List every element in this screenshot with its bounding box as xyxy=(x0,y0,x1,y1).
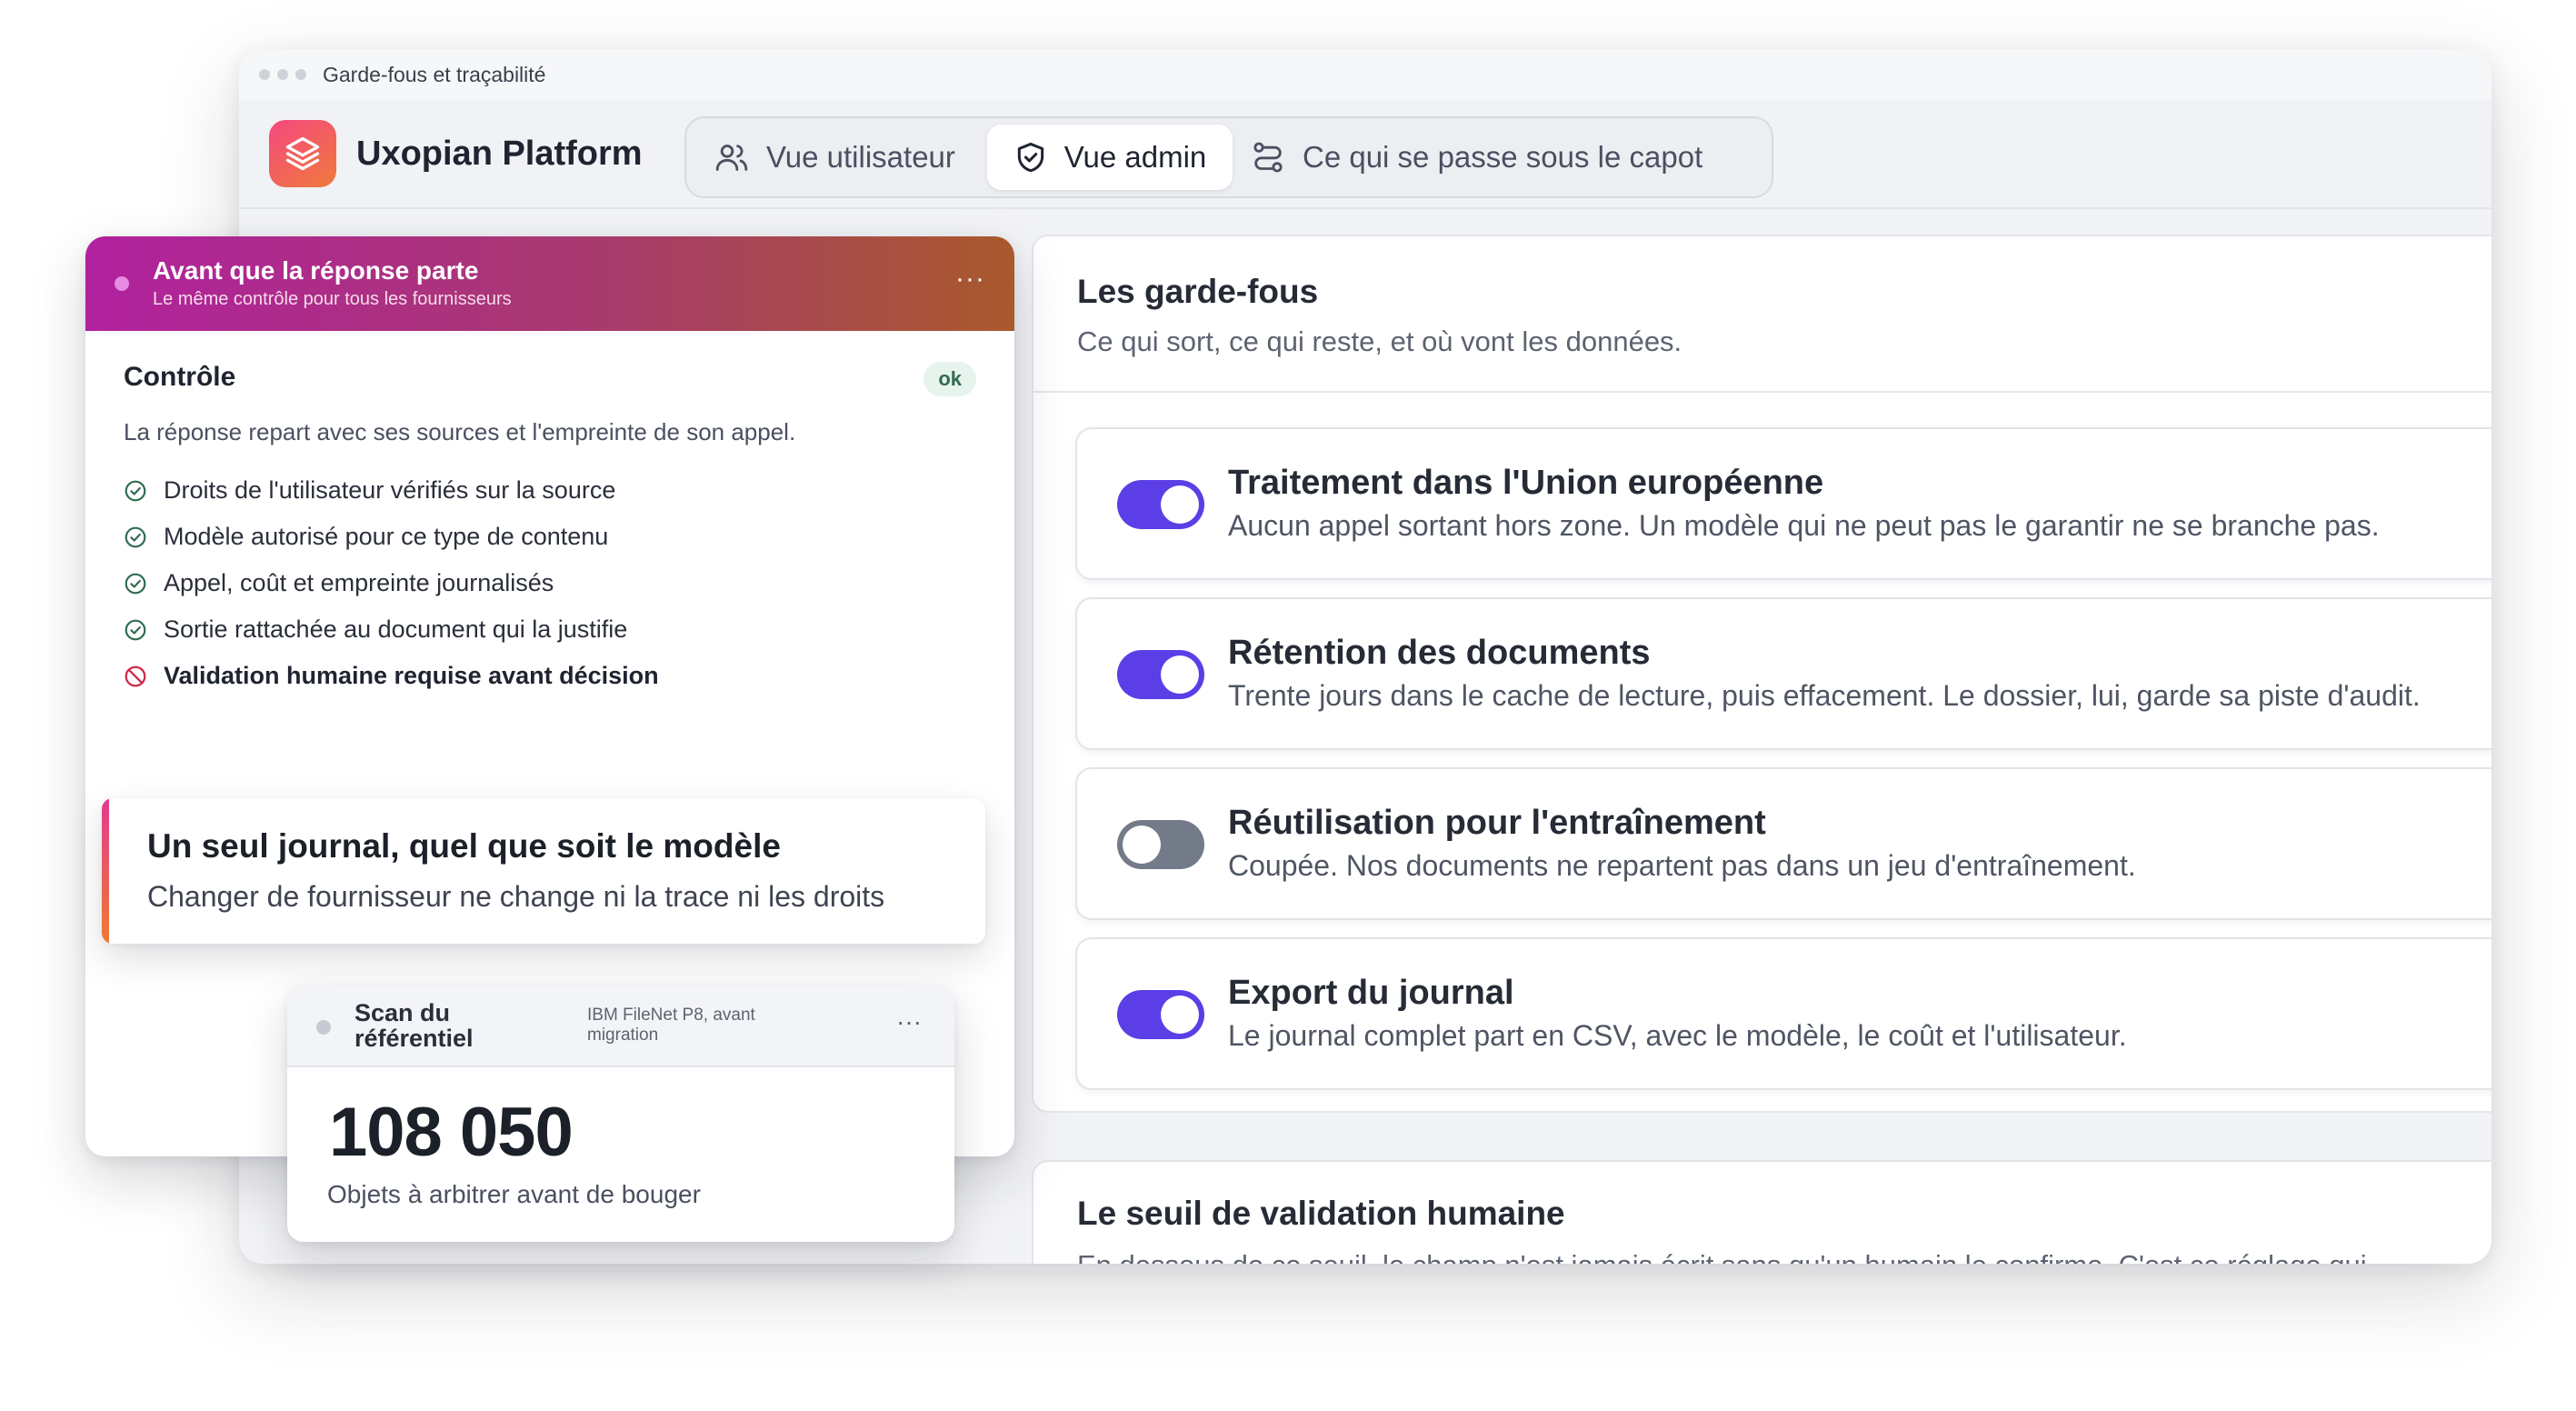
view-tabs: Vue utilisateur Vue admin Ce qui se pass… xyxy=(684,116,1773,198)
toggle-knob xyxy=(1161,655,1199,694)
list-item: Modèle autorisé pour ce type de contenu xyxy=(124,514,659,560)
tab-under-the-hood[interactable]: Ce qui se passe sous le capot xyxy=(1250,125,1759,190)
toggle-switch[interactable] xyxy=(1117,650,1204,699)
guardrail-title: Réutilisation pour l'entraînement xyxy=(1228,804,1766,842)
more-options-icon[interactable]: ··· xyxy=(955,264,985,295)
list-item: Droits de l'utilisateur vérifiés sur la … xyxy=(124,467,659,514)
scan-card: Scan du référentiel IBM FileNet P8, avan… xyxy=(287,986,954,1242)
check-label: Appel, coût et empreinte journalisés xyxy=(164,569,554,596)
check-list: Droits de l'utilisateur vérifiés sur la … xyxy=(124,467,659,699)
callout-title: Un seul journal, quel que soit le modèle xyxy=(147,827,781,865)
status-dot xyxy=(115,276,129,291)
tab-label: Vue admin xyxy=(1063,140,1207,174)
threshold-text: En dessous de ce seuil, le champ n'est j… xyxy=(1077,1249,2367,1264)
list-item: Validation humaine requise avant décisio… xyxy=(124,653,659,699)
panel-title: Les garde-fous xyxy=(1077,273,1319,310)
tab-label: Ce qui se passe sous le capot xyxy=(1303,140,1703,174)
guardrail-title: Traitement dans l'Union européenne xyxy=(1228,464,1824,502)
logo xyxy=(269,120,336,187)
toggle-switch[interactable] xyxy=(1117,820,1204,869)
status-dot xyxy=(316,1020,331,1035)
guardrail-row-training-reuse: Réutilisation pour l'entraînement Coupée… xyxy=(1075,767,2491,920)
threshold-panel: Le seuil de validation humaine En dessou… xyxy=(1032,1160,2491,1264)
scan-card-header: Scan du référentiel IBM FileNet P8, avan… xyxy=(287,986,954,1067)
window-control-dot[interactable] xyxy=(295,69,306,80)
tab-admin-view[interactable]: Vue admin xyxy=(987,125,1233,190)
control-card-header: Avant que la réponse parte Le même contr… xyxy=(85,236,1014,331)
guardrail-description: Aucun appel sortant hors zone. Un modèle… xyxy=(1228,509,2380,542)
tab-user-view[interactable]: Vue utilisateur xyxy=(714,125,977,190)
panel-header: Les garde-fous Ce qui sort, ce qui reste… xyxy=(1033,236,2491,393)
panel-subtitle: Ce qui sort, ce qui reste, et où vont le… xyxy=(1077,325,1682,357)
more-options-icon[interactable]: ··· xyxy=(896,1007,922,1036)
window-title: Garde-fous et traçabilité xyxy=(323,62,546,86)
guardrail-description: Le journal complet part en CSV, avec le … xyxy=(1228,1019,2127,1052)
guardrail-title: Export du journal xyxy=(1228,974,1514,1012)
control-card-subtitle: Le même contrôle pour tous les fournisse… xyxy=(153,289,512,309)
guardrail-description: Trente jours dans le cache de lecture, p… xyxy=(1228,679,2421,712)
users-icon xyxy=(715,145,748,171)
journal-callout: Un seul journal, quel que soit le modèle… xyxy=(102,798,985,944)
guardrail-title: Rétention des documents xyxy=(1228,634,1651,672)
control-card-title: Avant que la réponse parte xyxy=(153,256,479,285)
route-icon xyxy=(1253,142,1283,173)
object-count: 108 050 xyxy=(329,1094,574,1171)
check-label: Sortie rattachée au document qui la just… xyxy=(164,615,628,643)
check-circle-icon xyxy=(125,573,146,594)
guardrail-description: Coupée. Nos documents ne repartent pas d… xyxy=(1228,849,2136,882)
callout-text: Changer de fournisseur ne change ni la t… xyxy=(147,880,885,913)
guardrail-row-journal-export: Export du journal Le journal complet par… xyxy=(1075,937,2491,1090)
check-label: Modèle autorisé pour ce type de contenu xyxy=(164,523,609,550)
scan-card-title: Scan du référentiel xyxy=(354,999,474,1052)
shield-check-icon xyxy=(1017,142,1043,173)
toggle-switch[interactable] xyxy=(1117,990,1204,1039)
control-description: La réponse repart avec ses sources et l'… xyxy=(124,418,796,445)
toggle-knob xyxy=(1161,996,1199,1034)
guardrail-row-retention: Rétention des documents Trente jours dan… xyxy=(1075,597,2491,750)
scan-card-source: IBM FileNet P8, avant migration xyxy=(587,1006,755,1045)
brand-name: Uxopian Platform xyxy=(356,135,643,173)
toggle-knob xyxy=(1161,485,1199,524)
app-header: Uxopian Platform Vue utilisateur Vue adm… xyxy=(239,100,2491,209)
guardrail-row-eu-processing: Traitement dans l'Union européenne Aucun… xyxy=(1075,427,2491,580)
control-title: Contrôle xyxy=(124,362,236,392)
title-bar: Garde-fous et traçabilité xyxy=(239,49,2491,100)
guardrails-panel: Les garde-fous Ce qui sort, ce qui reste… xyxy=(1032,235,2491,1113)
ban-icon xyxy=(125,665,146,686)
check-circle-icon xyxy=(125,619,146,640)
layers-icon xyxy=(285,136,320,171)
accent-bar xyxy=(102,798,109,944)
toggle-knob xyxy=(1123,826,1161,864)
list-item: Sortie rattachée au document qui la just… xyxy=(124,606,659,653)
check-circle-icon xyxy=(125,526,146,547)
window-control-dot[interactable] xyxy=(277,69,288,80)
object-count-label: Objets à arbitrer avant de bouger xyxy=(327,1180,701,1208)
window-control-dot[interactable] xyxy=(259,69,270,80)
check-circle-icon xyxy=(125,480,146,501)
toggle-switch[interactable] xyxy=(1117,480,1204,529)
tab-label: Vue utilisateur xyxy=(766,140,955,174)
threshold-title: Le seuil de validation humaine xyxy=(1077,1195,1565,1232)
status-badge: ok xyxy=(924,362,976,396)
check-label: Droits de l'utilisateur vérifiés sur la … xyxy=(164,476,616,504)
list-item: Appel, coût et empreinte journalisés xyxy=(124,560,659,606)
check-label: Validation humaine requise avant décisio… xyxy=(164,662,659,689)
